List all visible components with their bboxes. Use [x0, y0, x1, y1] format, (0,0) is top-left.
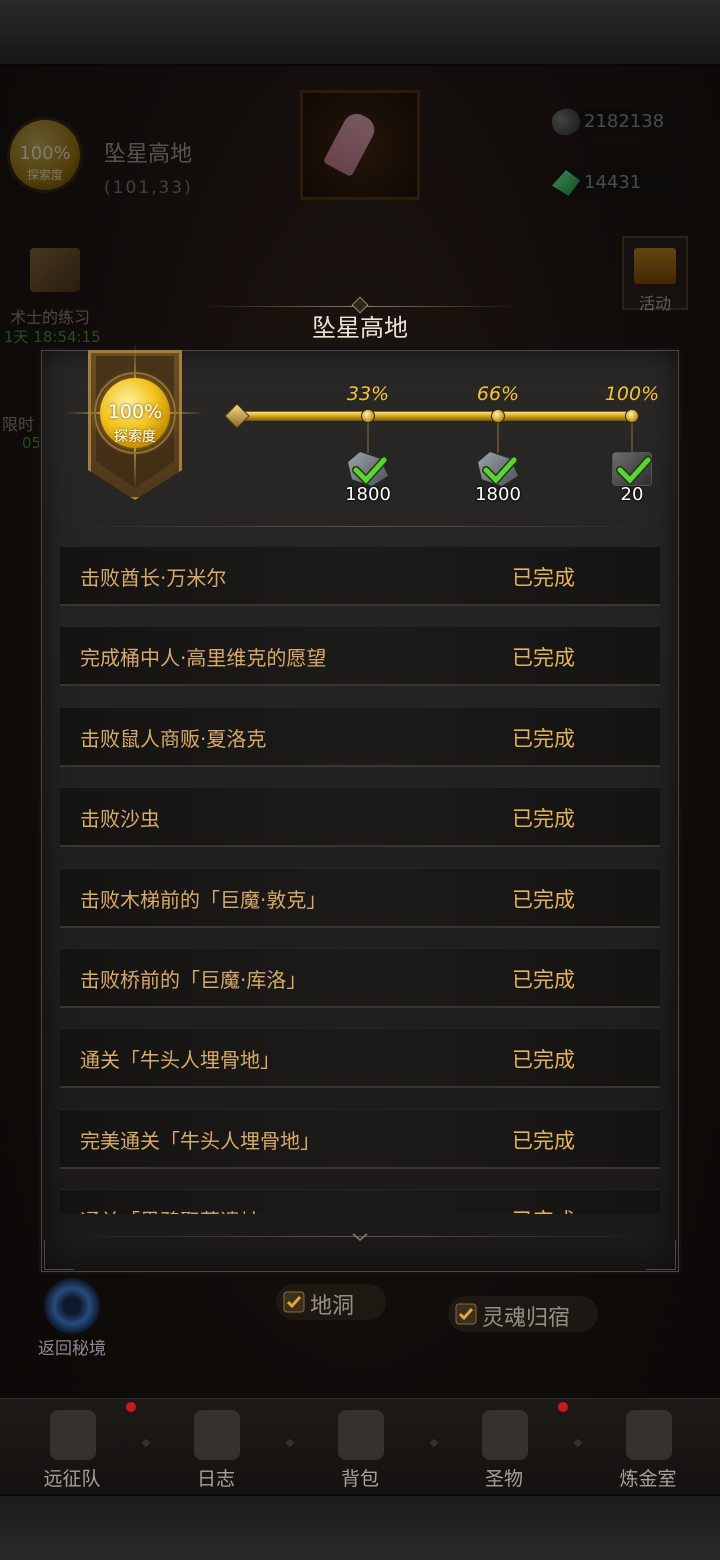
task-status: 已完成: [512, 1048, 575, 1073]
task-status: 已完成: [512, 807, 575, 832]
soul-home-label: 灵魂归宿: [482, 1306, 571, 1331]
milestone-reward-qty: 1800: [475, 484, 521, 505]
task-row[interactable]: 完美通关「牛头人埋骨地」 已完成: [60, 1108, 660, 1169]
task-status: 已完成: [512, 646, 575, 671]
milestone-percent: 33%: [346, 383, 390, 405]
task-row[interactable]: 击败木梯前的「巨魔·敦克」 已完成: [60, 867, 660, 928]
task-name: 击败酋长·万米尔: [80, 566, 227, 590]
nav-item-2[interactable]: 背包: [300, 1408, 420, 1494]
milestone-node: [491, 409, 505, 423]
milestone-reward-qty: 20: [620, 484, 644, 505]
claimed-check-icon: [482, 455, 518, 486]
journal-icon: [194, 1410, 240, 1460]
task-status: 已完成: [512, 566, 575, 590]
cave-toggle[interactable]: 地洞: [276, 1284, 386, 1320]
nav-item-4[interactable]: 炼金室: [588, 1408, 708, 1494]
claimed-check-icon: [616, 455, 652, 486]
task-row[interactable]: 通关「牛头人埋骨地」 已完成: [60, 1028, 660, 1089]
nav-label: 圣物: [484, 1468, 523, 1490]
task-row[interactable]: 击败沙虫 已完成: [60, 787, 660, 848]
milestone-percent: 66%: [476, 383, 520, 405]
backpack-icon: [338, 1410, 384, 1460]
task-row[interactable]: 完成桶中人·高里维克的愿望 已完成: [60, 626, 660, 687]
milestone-percent: 100%: [604, 383, 660, 405]
task-row[interactable]: 击败桥前的「巨魔·库洛」 已完成: [60, 947, 660, 1008]
explore-label: 探索度: [114, 429, 156, 445]
notification-dot: [558, 1402, 568, 1412]
explore-progress-fill: [241, 412, 631, 420]
task-status: 已完成: [512, 967, 575, 992]
nav-label: 背包: [340, 1468, 379, 1490]
task-status: 已完成: [512, 1128, 575, 1153]
task-row[interactable]: 通关「黑鸦聚落遗址」 已完成: [60, 1189, 660, 1214]
task-name: 击败鼠人商贩·夏洛克: [80, 726, 267, 751]
milestone-stem: [631, 423, 633, 453]
nav-item-1[interactable]: 日志: [156, 1408, 276, 1494]
task-name: 击败木梯前的「巨魔·敦克」: [80, 887, 327, 912]
chevron-down-icon: [352, 1233, 368, 1241]
task-name: 通关「黑鸦聚落遗址」: [80, 1205, 280, 1214]
milestone-node: [361, 409, 375, 423]
modal-title: 坠星高地: [312, 314, 408, 342]
task-name: 完成桶中人·高里维克的愿望: [80, 646, 327, 671]
nav-label: 炼金室: [619, 1468, 677, 1490]
nav-label: 远征队: [43, 1468, 101, 1490]
task-name: 通关「牛头人埋骨地」: [80, 1048, 280, 1073]
milestone-stem: [367, 423, 369, 453]
alchemy-icon: [626, 1410, 672, 1460]
bottom-frame: [0, 1494, 720, 1560]
nav-item-0[interactable]: 远征队: [12, 1408, 132, 1494]
return-label: 返回秘境: [38, 1339, 106, 1359]
top-frame: [0, 0, 720, 66]
notification-dot: [126, 1402, 136, 1412]
milestone-node: [625, 409, 639, 423]
nav-item-3[interactable]: 圣物: [444, 1408, 564, 1494]
cave-label: 地洞: [310, 1294, 355, 1319]
claimed-check-icon: [352, 455, 388, 486]
task-name: 完美通关「牛头人埋骨地」: [80, 1128, 320, 1153]
check-icon: [283, 1291, 305, 1313]
corner-ornament: [44, 1240, 74, 1270]
task-row[interactable]: 击败酋长·万米尔 已完成: [60, 546, 660, 606]
task-status: 已完成: [512, 726, 575, 751]
task-status: 已完成: [512, 1205, 575, 1214]
task-name: 击败桥前的「巨魔·库洛」: [80, 967, 307, 992]
milestone-reward-qty: 1800: [345, 484, 391, 505]
portal-icon[interactable]: [44, 1278, 100, 1334]
task-status: 已完成: [512, 887, 575, 912]
helmet-icon: [50, 1410, 96, 1460]
check-icon: [455, 1303, 477, 1325]
nav-label: 日志: [196, 1468, 235, 1490]
relic-icon: [482, 1410, 528, 1460]
soul-home-toggle[interactable]: 灵魂归宿: [448, 1296, 598, 1332]
task-name: 击败沙虫: [80, 807, 160, 832]
header-divider: [60, 526, 660, 527]
milestone-stem: [497, 423, 499, 453]
explore-percent: 100%: [107, 401, 163, 423]
task-list[interactable]: 击败酋长·万米尔 已完成 完成桶中人·高里维克的愿望 已完成 击败鼠人商贩·夏洛克 已完成…: [60, 546, 660, 1214]
corner-ornament: [646, 1240, 676, 1270]
task-row[interactable]: 击败鼠人商贩·夏洛克 已完成: [60, 706, 660, 767]
